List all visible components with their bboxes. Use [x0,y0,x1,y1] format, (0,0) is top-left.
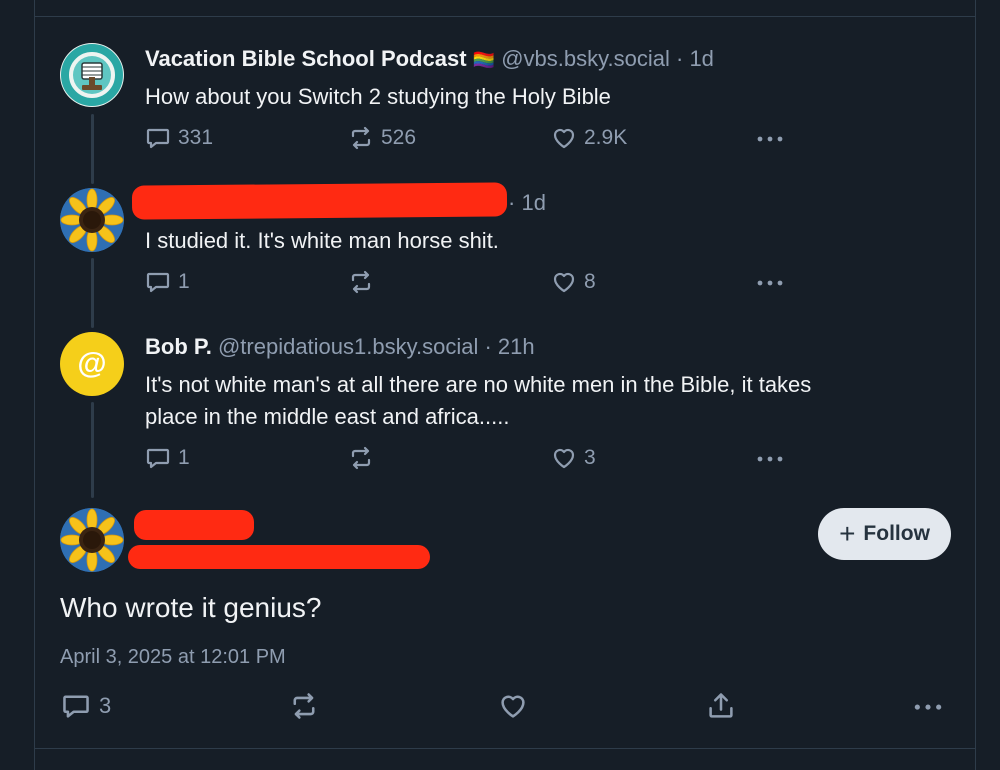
like-icon [553,448,575,469]
more-button[interactable] [755,444,785,472]
like-count: 8 [584,270,596,293]
more-button[interactable] [912,692,944,720]
reply-count: 1 [178,270,190,293]
top-divider [34,16,976,17]
separator-dot: · [675,46,684,71]
post-header: Bob P. @trepidatious1.bsky.social · 21h [145,334,535,360]
post-time[interactable]: 1d [521,190,545,215]
repost-button[interactable]: 526 [348,124,416,152]
repost-count: 526 [381,126,417,149]
post-timestamp[interactable]: April 3, 2025 at 12:01 PM [60,646,286,669]
at-sign-avatar-glyph: @ [77,347,107,380]
repost-button[interactable] [288,692,320,720]
redacted-author-name [134,510,254,540]
repost-icon [351,446,371,470]
reply-button[interactable]: 1 [145,444,190,472]
more-icon [757,280,783,286]
repost-icon [351,270,371,294]
like-icon [553,128,575,149]
reply-count: 3 [99,693,112,718]
follow-button[interactable]: + Follow [818,508,951,560]
thread-line [91,402,94,498]
more-button[interactable] [755,124,785,152]
author-name[interactable]: Bob P. [145,334,212,359]
like-button[interactable]: 8 [551,268,596,296]
separator-dot: · [508,190,516,215]
like-button[interactable]: 3 [551,444,596,472]
reply-count: 331 [178,126,214,149]
post-time[interactable]: 1d [689,46,713,71]
like-count: 2.9K [584,126,628,149]
thread-line [91,258,94,328]
repost-icon [351,126,371,150]
follow-label: Follow [863,522,930,545]
plus-icon: + [839,518,856,549]
reply-button[interactable]: 3 [60,692,111,720]
reply-icon [63,695,89,718]
share-icon [709,693,733,718]
share-button[interactable] [705,692,737,720]
more-icon [757,136,783,142]
like-button[interactable] [497,692,529,720]
like-icon [553,272,575,293]
thread-line [91,114,94,184]
post-text: I studied it. It's white man horse shit. [145,228,499,253]
reply-count: 1 [178,446,190,469]
author-name[interactable]: Vacation Bible School Podcast [145,46,467,71]
post-text: How about you Switch 2 studying the Holy… [145,84,611,109]
bottom-divider [34,748,976,749]
like-icon [501,695,525,718]
reply-button[interactable]: 1 [145,268,190,296]
separator-dot: · [484,334,492,359]
post-header: Vacation Bible School Podcast 🏳️‍🌈 @vbs.… [145,46,714,72]
repost-button[interactable] [348,444,381,472]
avatar-vbs-podcast[interactable] [60,43,124,107]
author-handle[interactable]: @vbs.bsky.social [501,46,670,71]
post-header: · 1d [508,190,546,216]
reply-icon [146,448,170,469]
reply-button[interactable]: 331 [145,124,213,152]
avatar-bob-p[interactable]: @ [60,332,124,396]
post-text-line-2: place in the middle east and africa..... [145,404,510,429]
like-button[interactable]: 2.9K [551,124,627,152]
avatar-sunflower[interactable] [60,188,124,252]
like-count: 3 [584,446,596,469]
author-handle[interactable]: @trepidatious1.bsky.social [218,334,478,359]
avatar-sunflower[interactable] [60,508,124,572]
redacted-author [131,182,508,220]
post-time[interactable]: 21h [498,334,535,359]
reply-icon [146,128,170,149]
more-icon [914,704,942,710]
redacted-author-handle [128,545,430,569]
pride-flag-icon: 🏳️‍🌈 [472,50,496,70]
more-button[interactable] [755,268,785,296]
main-post-text: Who wrote it genius? [60,592,322,623]
repost-button[interactable] [348,268,381,296]
more-icon [757,456,783,462]
post-text-line-1: It's not white man's at all there are no… [145,372,812,397]
repost-icon [293,693,315,719]
reply-icon [146,272,170,293]
